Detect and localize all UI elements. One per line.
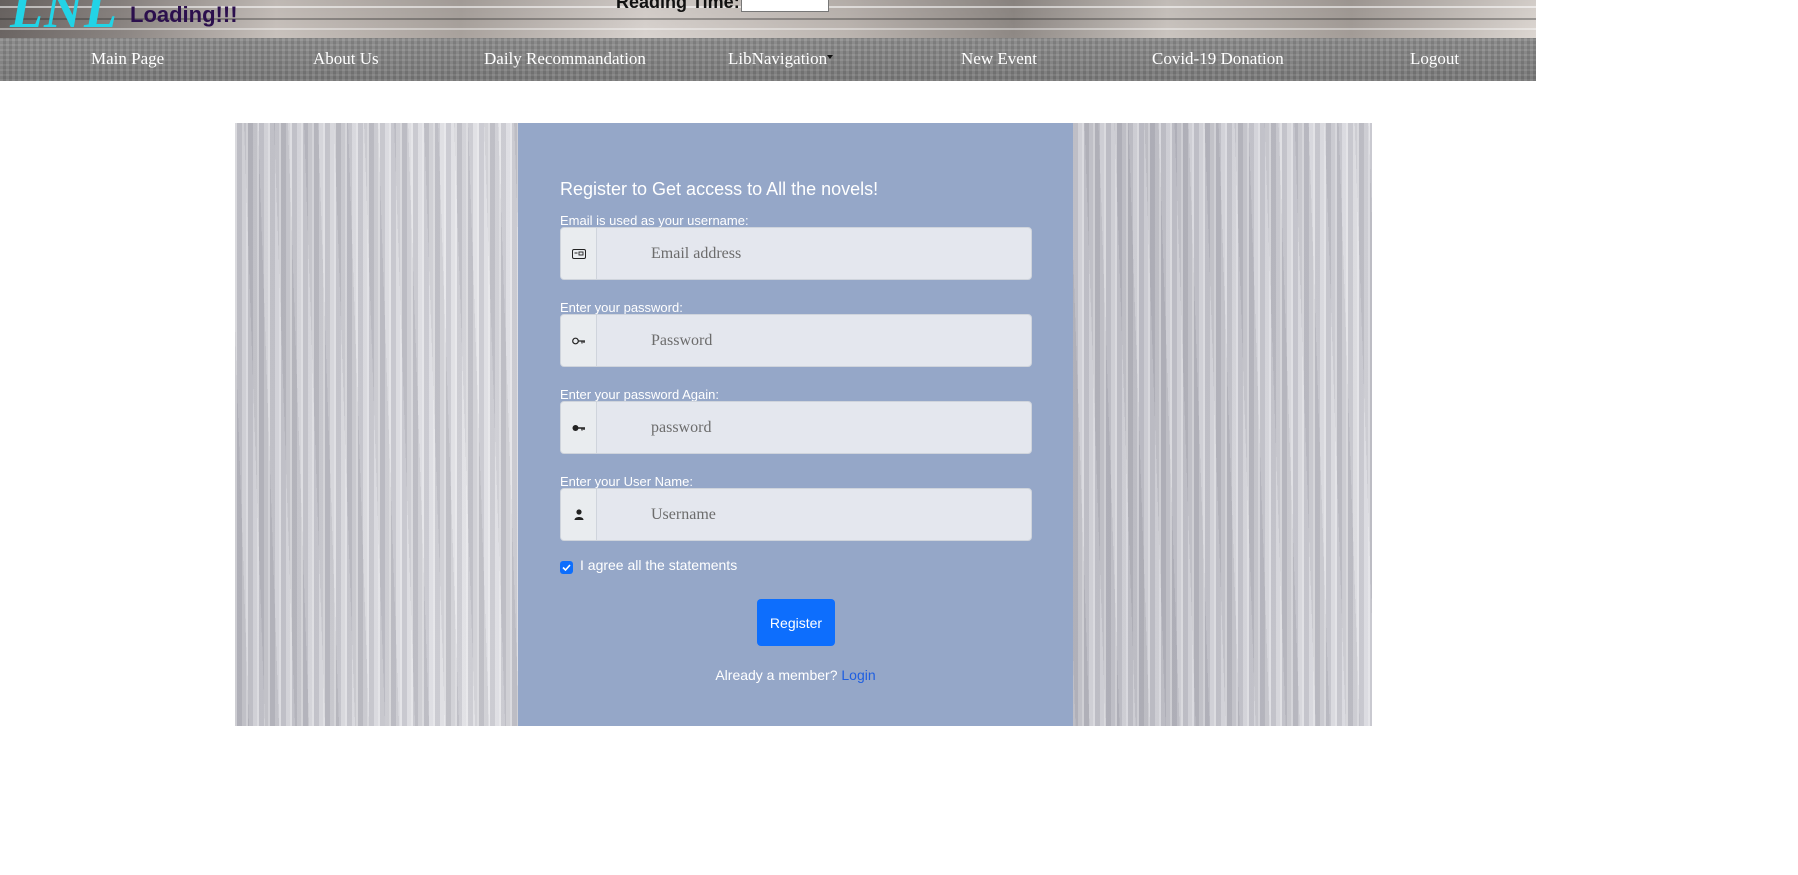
password-again-label: Enter your password Again:: [560, 387, 719, 402]
password-group: [560, 314, 1032, 367]
nav-daily-recommandation-label: Daily Recommandation: [484, 49, 646, 68]
nav-about-us-label: About Us: [313, 49, 379, 68]
nav-daily-recommandation[interactable]: Daily Recommandation: [484, 49, 646, 69]
username-label: Enter your User Name:: [560, 474, 693, 489]
agree-row: I agree all the statements: [560, 555, 737, 574]
nav-logout[interactable]: Logout: [1410, 49, 1459, 69]
reading-time-label: Reading Time:: [616, 0, 740, 12]
agree-checkbox[interactable]: [560, 561, 573, 574]
password-field[interactable]: [597, 315, 1030, 366]
key-outline-icon: [561, 315, 597, 366]
person-icon: [561, 489, 597, 540]
nav-new-event[interactable]: New Event: [961, 49, 1037, 69]
main-nav: Main Page About Us Daily Recommandation …: [0, 38, 1536, 81]
nav-main-page[interactable]: Main Page: [91, 49, 164, 69]
checkmark-icon: [562, 564, 571, 571]
already-member-row: Already a member? Login: [518, 667, 1073, 683]
register-form: Register to Get access to All the novels…: [518, 123, 1073, 726]
nav-covid-donation[interactable]: Covid-19 Donation: [1152, 49, 1284, 69]
password-label: Enter your password:: [560, 300, 683, 315]
nav-covid-donation-label: Covid-19 Donation: [1152, 49, 1284, 68]
loading-text: Loading!!!: [130, 2, 238, 27]
nav-new-event-label: New Event: [961, 49, 1038, 68]
caret-down-icon: [827, 55, 834, 60]
login-link[interactable]: Login: [841, 667, 875, 683]
nav-about-us[interactable]: About Us: [313, 49, 379, 69]
already-member-text: Already a member?: [715, 667, 838, 683]
username-group: [560, 488, 1032, 541]
form-title: Register to Get access to All the novels…: [560, 179, 879, 199]
id-card-icon: [561, 228, 597, 279]
nav-libnavigation-label: LibNavigation: [728, 49, 828, 68]
top-banner: LNL Loading!!! Reading Time:: [0, 0, 1536, 38]
register-button[interactable]: Register: [757, 599, 835, 646]
reading-time-box: [741, 0, 829, 12]
email-field[interactable]: [597, 228, 1030, 279]
username-field[interactable]: [597, 489, 1030, 540]
agree-label: I agree all the statements: [580, 556, 738, 573]
nav-libnavigation-dropdown[interactable]: LibNavigation: [728, 49, 834, 69]
site-logo: LNL: [10, 0, 118, 38]
key-icon: [561, 402, 597, 453]
email-label: Email is used as your username:: [560, 213, 749, 228]
password-again-group: [560, 401, 1032, 454]
password-again-field[interactable]: [597, 402, 1030, 453]
banner-stripe: [0, 28, 1536, 30]
email-group: [560, 227, 1032, 280]
nav-logout-label: Logout: [1410, 49, 1460, 68]
nav-main-page-label: Main Page: [91, 49, 165, 68]
